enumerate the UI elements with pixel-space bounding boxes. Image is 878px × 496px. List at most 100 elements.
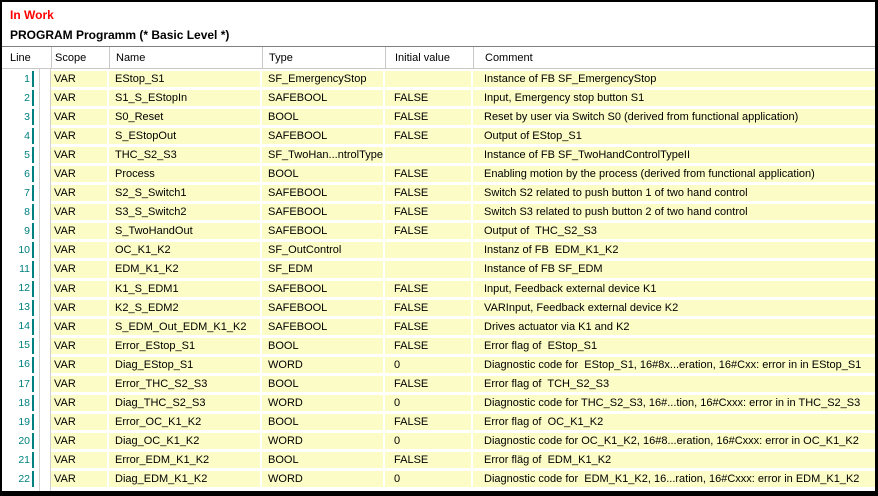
type-cell[interactable]: SF_EmergencyStop — [262, 71, 385, 87]
comment-cell[interactable]: Error flag of TCH_S2_S3 — [473, 376, 875, 392]
line-number-cell[interactable]: 21 — [2, 452, 39, 468]
initial-value-cell[interactable] — [385, 71, 473, 87]
comment-cell[interactable]: Switch S3 related to push button 2 of tw… — [473, 204, 875, 220]
scope-cell[interactable]: VAR — [51, 433, 109, 449]
table-row[interactable]: 13 VAR K2_S_EDM2 SAFEBOOL FALSE VARInput… — [2, 300, 875, 316]
table-row[interactable]: 17 VAR Error_THC_S2_S3 BOOL FALSE Error … — [2, 376, 875, 392]
name-cell[interactable]: THC_S2_S3 — [109, 147, 262, 163]
name-cell[interactable]: S0_Reset — [109, 109, 262, 125]
comment-cell[interactable]: Diagnostic code for EDM_K1_K2, 16...rati… — [473, 471, 875, 487]
name-cell[interactable]: S3_S_Switch2 — [109, 204, 262, 220]
line-number-cell[interactable]: 17 — [2, 376, 39, 392]
table-row[interactable]: 9 VAR S_TwoHandOut SAFEBOOL FALSE Output… — [2, 223, 875, 239]
name-cell[interactable]: Error_EDM_K1_K2 — [109, 452, 262, 468]
scope-cell[interactable]: VAR — [51, 223, 109, 239]
comment-cell[interactable]: Diagnostic code for OC_K1_K2, 16#8...era… — [473, 433, 875, 449]
initial-value-cell[interactable]: FALSE — [385, 338, 473, 354]
name-cell[interactable]: Diag_OC_K1_K2 — [109, 433, 262, 449]
table-row[interactable]: 4 VAR S_EStopOut SAFEBOOL FALSE Output o… — [2, 128, 875, 144]
table-row[interactable]: 14 VAR S_EDM_Out_EDM_K1_K2 SAFEBOOL FALS… — [2, 319, 875, 335]
comment-cell[interactable]: Reset by user via Switch S0 (derived fro… — [473, 109, 875, 125]
initial-value-cell[interactable]: FALSE — [385, 185, 473, 201]
type-cell[interactable]: SAFEBOOL — [262, 223, 385, 239]
scope-cell[interactable]: VAR — [51, 300, 109, 316]
comment-cell[interactable]: Input, Emergency stop button S1 — [473, 90, 875, 106]
comment-cell[interactable]: Error flag of OC_K1_K2 — [473, 414, 875, 430]
line-number-cell[interactable]: 1 — [2, 71, 39, 87]
line-number-cell[interactable]: 16 — [2, 357, 39, 373]
comment-cell[interactable]: Instanz of FB EDM_K1_K2 — [473, 242, 875, 258]
line-number-cell[interactable]: 2 — [2, 90, 39, 106]
comment-cell[interactable]: Output of EStop_S1 — [473, 128, 875, 144]
comment-cell[interactable]: Switch S2 related to push button 1 of tw… — [473, 185, 875, 201]
initial-value-cell[interactable]: FALSE — [385, 204, 473, 220]
scope-cell[interactable]: VAR — [51, 376, 109, 392]
scope-cell[interactable]: VAR — [51, 166, 109, 182]
initial-value-cell[interactable]: 0 — [385, 357, 473, 373]
type-cell[interactable]: SAFEBOOL — [262, 204, 385, 220]
table-row[interactable]: 18 VAR Diag_THC_S2_S3 WORD 0 Diagnostic … — [2, 395, 875, 411]
type-cell[interactable]: WORD — [262, 433, 385, 449]
type-cell[interactable]: BOOL — [262, 166, 385, 182]
comment-cell[interactable]: Instance of FB SF_TwoHandControlTypeII — [473, 147, 875, 163]
table-row[interactable]: 19 VAR Error_OC_K1_K2 BOOL FALSE Error f… — [2, 414, 875, 430]
scope-cell[interactable]: VAR — [51, 281, 109, 297]
name-cell[interactable]: Process — [109, 166, 262, 182]
column-header-scope[interactable]: Scope — [51, 47, 109, 68]
table-row[interactable]: 3 VAR S0_Reset BOOL FALSE Reset by user … — [2, 109, 875, 125]
initial-value-cell[interactable]: 0 — [385, 395, 473, 411]
comment-cell[interactable]: Error fläg of EDM_K1_K2 — [473, 452, 875, 468]
name-cell[interactable]: S_EDM_Out_EDM_K1_K2 — [109, 319, 262, 335]
initial-value-cell[interactable]: FALSE — [385, 300, 473, 316]
comment-cell[interactable]: Instance of FB SF_EDM — [473, 261, 875, 277]
comment-cell[interactable]: VARInput, Feedback external device K2 — [473, 300, 875, 316]
column-header-type[interactable]: Type — [262, 47, 385, 68]
comment-cell[interactable]: Output of THC_S2_S3 — [473, 223, 875, 239]
line-number-cell[interactable]: 5 — [2, 147, 39, 163]
scope-cell[interactable]: VAR — [51, 471, 109, 487]
name-cell[interactable]: K1_S_EDM1 — [109, 281, 262, 297]
initial-value-cell[interactable] — [385, 261, 473, 277]
name-cell[interactable]: Diag_THC_S2_S3 — [109, 395, 262, 411]
line-number-cell[interactable]: 18 — [2, 395, 39, 411]
scope-cell[interactable]: VAR — [51, 109, 109, 125]
scope-cell[interactable]: VAR — [51, 395, 109, 411]
initial-value-cell[interactable]: FALSE — [385, 414, 473, 430]
scope-cell[interactable]: VAR — [51, 128, 109, 144]
name-cell[interactable]: Error_EStop_S1 — [109, 338, 262, 354]
table-row[interactable]: 11 VAR EDM_K1_K2 SF_EDM Instance of FB S… — [2, 261, 875, 277]
initial-value-cell[interactable]: FALSE — [385, 223, 473, 239]
type-cell[interactable]: WORD — [262, 395, 385, 411]
type-cell[interactable]: SAFEBOOL — [262, 185, 385, 201]
type-cell[interactable]: BOOL — [262, 452, 385, 468]
name-cell[interactable]: EStop_S1 — [109, 71, 262, 87]
table-row[interactable]: 15 VAR Error_EStop_S1 BOOL FALSE Error f… — [2, 338, 875, 354]
initial-value-cell[interactable]: FALSE — [385, 90, 473, 106]
name-cell[interactable]: S_TwoHandOut — [109, 223, 262, 239]
table-row[interactable]: 20 VAR Diag_OC_K1_K2 WORD 0 Diagnostic c… — [2, 433, 875, 449]
name-cell[interactable]: S_EStopOut — [109, 128, 262, 144]
comment-cell[interactable]: Enabling motion by the process (derived … — [473, 166, 875, 182]
type-cell[interactable]: WORD — [262, 357, 385, 373]
type-cell[interactable]: SAFEBOOL — [262, 300, 385, 316]
column-header-initial-value[interactable]: Initial value — [385, 47, 473, 68]
scope-cell[interactable]: VAR — [51, 357, 109, 373]
name-cell[interactable]: K2_S_EDM2 — [109, 300, 262, 316]
line-number-cell[interactable]: 9 — [2, 223, 39, 239]
table-row[interactable]: 7 VAR S2_S_Switch1 SAFEBOOL FALSE Switch… — [2, 185, 875, 201]
scope-cell[interactable]: VAR — [51, 414, 109, 430]
type-cell[interactable]: SAFEBOOL — [262, 128, 385, 144]
line-number-cell[interactable]: 12 — [2, 281, 39, 297]
initial-value-cell[interactable] — [385, 147, 473, 163]
table-row[interactable]: 6 VAR Process BOOL FALSE Enabling motion… — [2, 166, 875, 182]
comment-cell[interactable]: Error flag of EStop_S1 — [473, 338, 875, 354]
initial-value-cell[interactable]: 0 — [385, 471, 473, 487]
initial-value-cell[interactable]: FALSE — [385, 128, 473, 144]
type-cell[interactable]: SAFEBOOL — [262, 90, 385, 106]
initial-value-cell[interactable]: FALSE — [385, 319, 473, 335]
scope-cell[interactable]: VAR — [51, 242, 109, 258]
table-row[interactable]: 1 VAR EStop_S1 SF_EmergencyStop Instance… — [2, 71, 875, 87]
table-row[interactable]: 12 VAR K1_S_EDM1 SAFEBOOL FALSE Input, F… — [2, 281, 875, 297]
name-cell[interactable]: OC_K1_K2 — [109, 242, 262, 258]
comment-cell[interactable]: Input, Feedback external device K1 — [473, 281, 875, 297]
